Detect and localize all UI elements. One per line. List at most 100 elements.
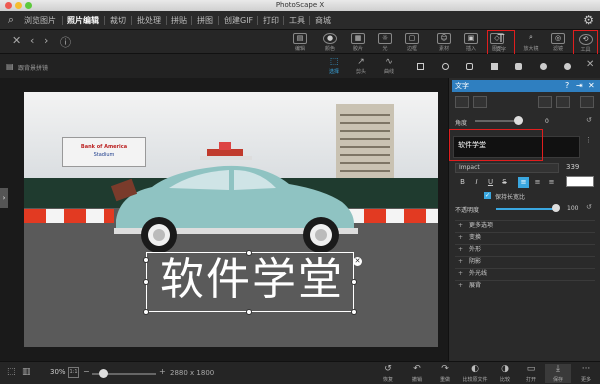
- option-glow[interactable]: + 外光线: [455, 268, 595, 278]
- tool-film[interactable]: ▦ 胶片: [345, 30, 371, 54]
- rounded-filled-icon[interactable]: [515, 63, 522, 70]
- opacity-slider-knob[interactable]: [552, 204, 560, 212]
- reset-opacity-icon[interactable]: ↺: [586, 203, 592, 211]
- resize-handle-mr[interactable]: [351, 279, 357, 285]
- tool-edit[interactable]: ▤ 编辑: [287, 30, 313, 54]
- dot-filled-icon[interactable]: [564, 63, 571, 70]
- zoom-in-icon[interactable]: +: [159, 367, 166, 376]
- info-icon[interactable]: ⓘ: [60, 34, 71, 50]
- menu-item-print[interactable]: 打印: [263, 11, 279, 30]
- actual-size-button[interactable]: 1:1: [68, 367, 79, 378]
- photo-canvas[interactable]: Bank of America Stadium: [24, 92, 438, 347]
- resize-handle-bl[interactable]: [143, 309, 149, 315]
- forward-icon[interactable]: ›: [44, 34, 48, 47]
- tool-light[interactable]: ☼ 光: [372, 30, 398, 54]
- left-panel-toggle[interactable]: ›: [0, 188, 8, 208]
- circle-outline-icon[interactable]: [442, 63, 449, 70]
- menu-item-combine[interactable]: 拼图: [197, 11, 213, 30]
- duplicate-layer-button[interactable]: [473, 96, 487, 108]
- menu-item-browse[interactable]: 浏览图片: [24, 11, 56, 30]
- tool-insert[interactable]: ▣ 插入: [458, 30, 484, 54]
- pin-icon[interactable]: ⇥: [576, 80, 583, 92]
- keep-aspect-checkbox[interactable]: ✓: [484, 192, 491, 199]
- tool-frame[interactable]: ▢ 边框: [399, 30, 425, 54]
- tool-filter[interactable]: ◎ 滤镜: [545, 30, 571, 54]
- search-icon[interactable]: ⌕: [4, 13, 18, 27]
- compare-view-icon[interactable]: ▥: [22, 367, 31, 377]
- option-transform[interactable]: + 变换: [455, 232, 595, 242]
- restore-button[interactable]: ↺ 恢复: [375, 364, 401, 383]
- resize-handle-ml[interactable]: [143, 279, 149, 285]
- menu-item-store[interactable]: 商城: [315, 11, 331, 30]
- close-window-button[interactable]: [5, 2, 12, 9]
- tool-sticker[interactable]: ☺ 素材: [431, 30, 457, 54]
- circle-filled-icon[interactable]: [540, 63, 547, 70]
- align-right-button[interactable]: ≡: [546, 177, 557, 188]
- tool-color[interactable]: ● 颜色: [317, 30, 343, 54]
- compare-original-button[interactable]: ◐ 比较原文件: [456, 364, 494, 383]
- option-background[interactable]: + 展背: [455, 280, 595, 290]
- open-button[interactable]: ▭ 打开: [518, 364, 544, 383]
- resize-handle-br[interactable]: [351, 309, 357, 315]
- option-outline[interactable]: + 外形: [455, 244, 595, 254]
- reset-angle-icon[interactable]: ↺: [586, 116, 592, 124]
- menu-item-batch[interactable]: 批处理: [137, 11, 161, 30]
- menu-item-create-gif[interactable]: 创建GIF: [224, 11, 253, 30]
- help-icon[interactable]: ?: [565, 80, 569, 92]
- gear-icon[interactable]: ⚙: [583, 13, 594, 27]
- option-shadow[interactable]: + 阴影: [455, 256, 595, 266]
- align-left-button[interactable]: ≡: [518, 177, 529, 188]
- font-size-value[interactable]: 339: [566, 163, 579, 171]
- close-icon[interactable]: ✕: [12, 34, 21, 47]
- strikethrough-button[interactable]: S: [499, 177, 510, 188]
- flip-button[interactable]: [580, 96, 594, 108]
- undo-button[interactable]: ↶ 撤销: [404, 364, 430, 383]
- more-button[interactable]: ··· 更多: [573, 364, 599, 383]
- overlay-text-object[interactable]: 软件学堂: [147, 252, 357, 308]
- compare-button[interactable]: ◑ 比较: [492, 364, 518, 383]
- tool-text[interactable]: T 文字: [487, 30, 515, 57]
- text-icon: T: [497, 32, 505, 45]
- opacity-slider-track[interactable]: [496, 208, 558, 210]
- subtool-arrow[interactable]: ↗ 剪头: [350, 57, 372, 75]
- rotate-handle[interactable]: [246, 250, 252, 256]
- tool-magnifier[interactable]: ⌕ 放大镜: [518, 30, 544, 54]
- fit-screen-icon[interactable]: ⬚: [7, 367, 16, 377]
- rounded-square-icon[interactable]: [466, 63, 473, 70]
- text-options-icon[interactable]: ⋮: [585, 136, 592, 144]
- bold-button[interactable]: B: [457, 177, 468, 188]
- square-outline-icon[interactable]: [417, 63, 424, 70]
- back-icon[interactable]: ‹: [30, 34, 34, 47]
- menu-item-tools[interactable]: 工具: [289, 11, 305, 30]
- menu-item-collage[interactable]: 拼贴: [171, 11, 187, 30]
- maximize-window-button[interactable]: [25, 2, 32, 9]
- save-button[interactable]: ⤓ 保存: [545, 364, 571, 383]
- font-family-select[interactable]: Impact: [455, 163, 559, 173]
- menu-item-crop[interactable]: 裁切: [110, 11, 126, 30]
- align-center-button[interactable]: ≡: [532, 177, 543, 188]
- close-panel-icon[interactable]: ✕: [586, 59, 594, 70]
- subtool-curve[interactable]: ∿ 曲线: [378, 57, 400, 75]
- angle-slider-track[interactable]: [475, 120, 519, 122]
- italic-button[interactable]: I: [471, 177, 482, 188]
- menu-item-photo-edit[interactable]: 照片编辑: [67, 11, 99, 30]
- underline-button[interactable]: U: [485, 177, 496, 188]
- zoom-slider-knob[interactable]: [99, 369, 108, 378]
- angle-slider-knob[interactable]: [514, 116, 523, 125]
- minimize-window-button[interactable]: [15, 2, 22, 9]
- zoom-out-icon[interactable]: −: [83, 367, 90, 376]
- rotate-left-button[interactable]: [538, 96, 552, 108]
- tool-tools[interactable]: ⟲ 工具: [573, 30, 598, 57]
- delete-object-icon[interactable]: ✕: [353, 257, 362, 266]
- layers-icon[interactable]: ▤: [6, 62, 14, 71]
- option-more[interactable]: + 更多选项: [455, 220, 595, 230]
- redo-button[interactable]: ↷ 重做: [432, 364, 458, 383]
- copy-layer-button[interactable]: [455, 96, 469, 108]
- panel-close-icon[interactable]: ✕: [588, 80, 595, 92]
- subtool-select[interactable]: ⬚ 选择: [323, 57, 345, 75]
- square-filled-icon[interactable]: [491, 63, 498, 70]
- resize-handle-bm[interactable]: [246, 309, 252, 315]
- text-color-swatch[interactable]: [566, 176, 594, 187]
- rotate-right-button[interactable]: [556, 96, 570, 108]
- resize-handle-tl[interactable]: [143, 257, 149, 263]
